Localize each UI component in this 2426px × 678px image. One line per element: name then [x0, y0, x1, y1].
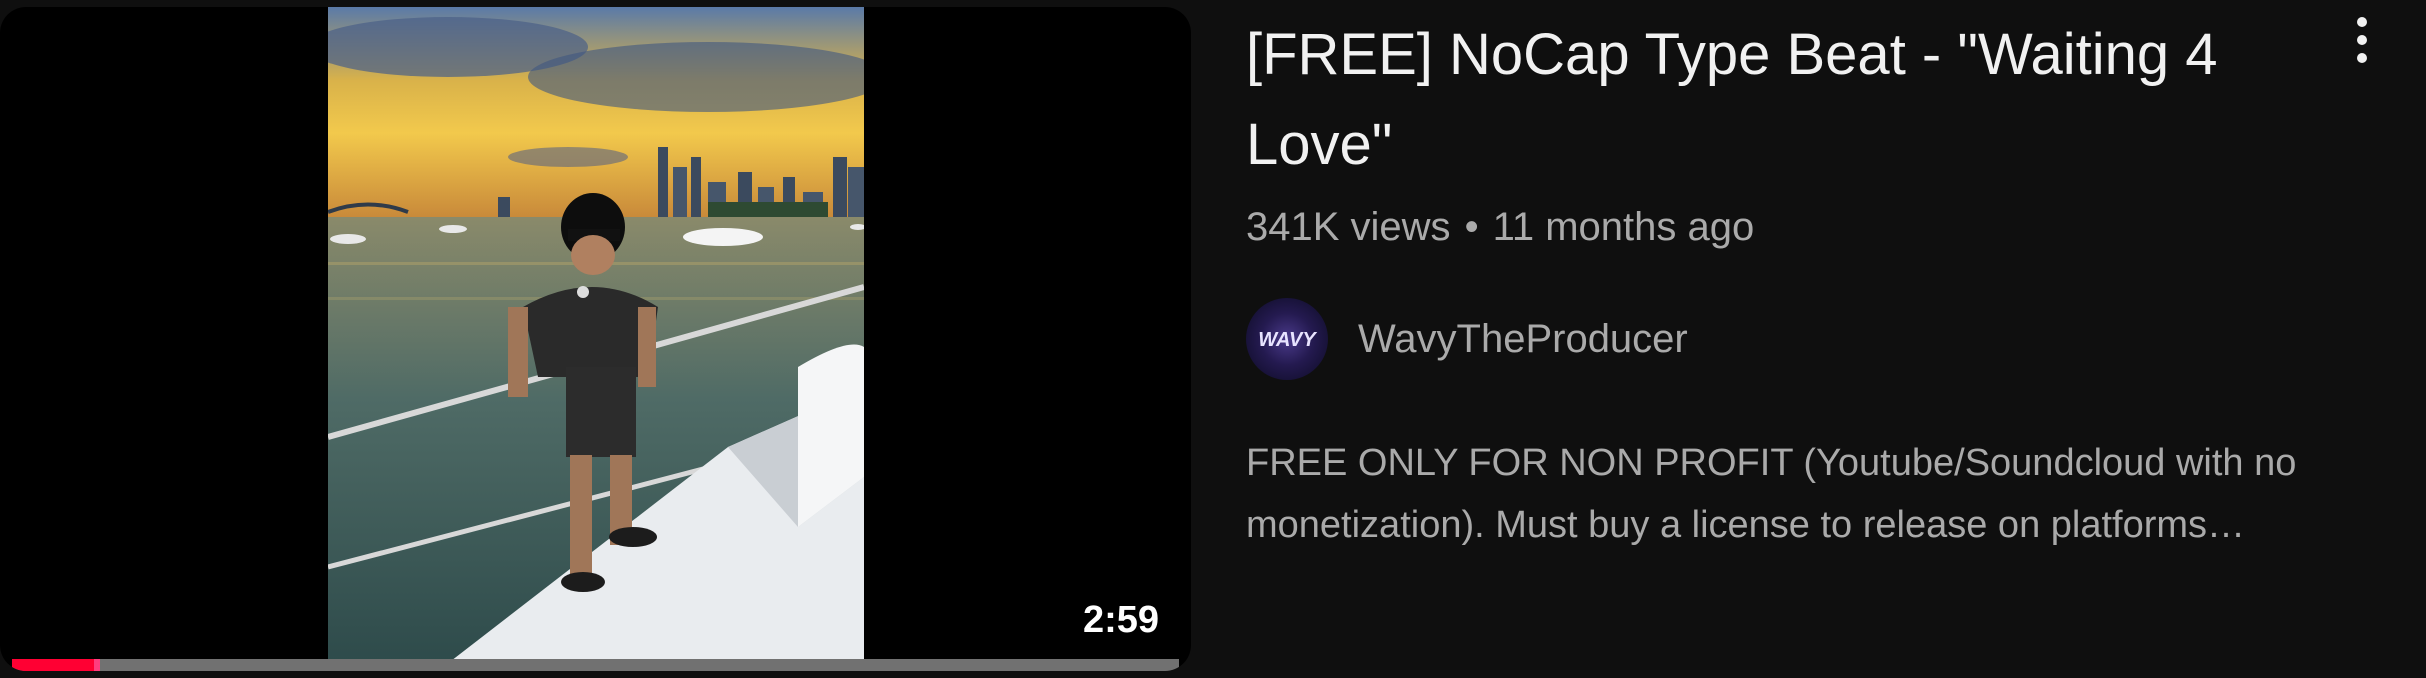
- view-count: 341K views: [1246, 205, 1451, 249]
- duration-badge: 2:59: [1070, 593, 1171, 647]
- watch-progress-bar: [12, 659, 1179, 671]
- video-metadata: 341K views • 11 months ago: [1246, 200, 2346, 254]
- vertical-ellipsis-icon[interactable]: [2340, 8, 2384, 72]
- video-result-card: 2:59 [FREE] NoCap Type Beat - "Waiting 4…: [0, 0, 2426, 678]
- video-thumbnail[interactable]: 2:59: [0, 7, 1191, 671]
- description-line: FREE ONLY FOR NON PROFIT (Youtube/Soundc…: [1246, 442, 2297, 484]
- menu-dot: [2357, 35, 2367, 45]
- description-line: monetization). Must buy a license to rel…: [1246, 504, 2246, 546]
- channel-avatar[interactable]: WAVY: [1246, 298, 1328, 380]
- meta-separator: •: [1464, 205, 1479, 249]
- avatar-logo-text: WAVY: [1258, 329, 1317, 351]
- thumbnail-image: [328, 7, 864, 671]
- menu-dot: [2357, 17, 2367, 27]
- video-details: [FREE] NoCap Type Beat - "Waiting 4 Love…: [1246, 10, 2346, 556]
- upload-age: 11 months ago: [1492, 205, 1755, 249]
- channel-name[interactable]: WavyTheProducer: [1358, 317, 1688, 362]
- video-description-snippet: FREE ONLY FOR NON PROFIT (Youtube/Soundc…: [1246, 432, 2386, 556]
- channel-link[interactable]: WAVY WavyTheProducer: [1246, 298, 2346, 380]
- watch-progress-fill: [12, 659, 100, 671]
- menu-dot: [2357, 53, 2367, 63]
- video-title[interactable]: [FREE] NoCap Type Beat - "Waiting 4 Love…: [1246, 10, 2306, 190]
